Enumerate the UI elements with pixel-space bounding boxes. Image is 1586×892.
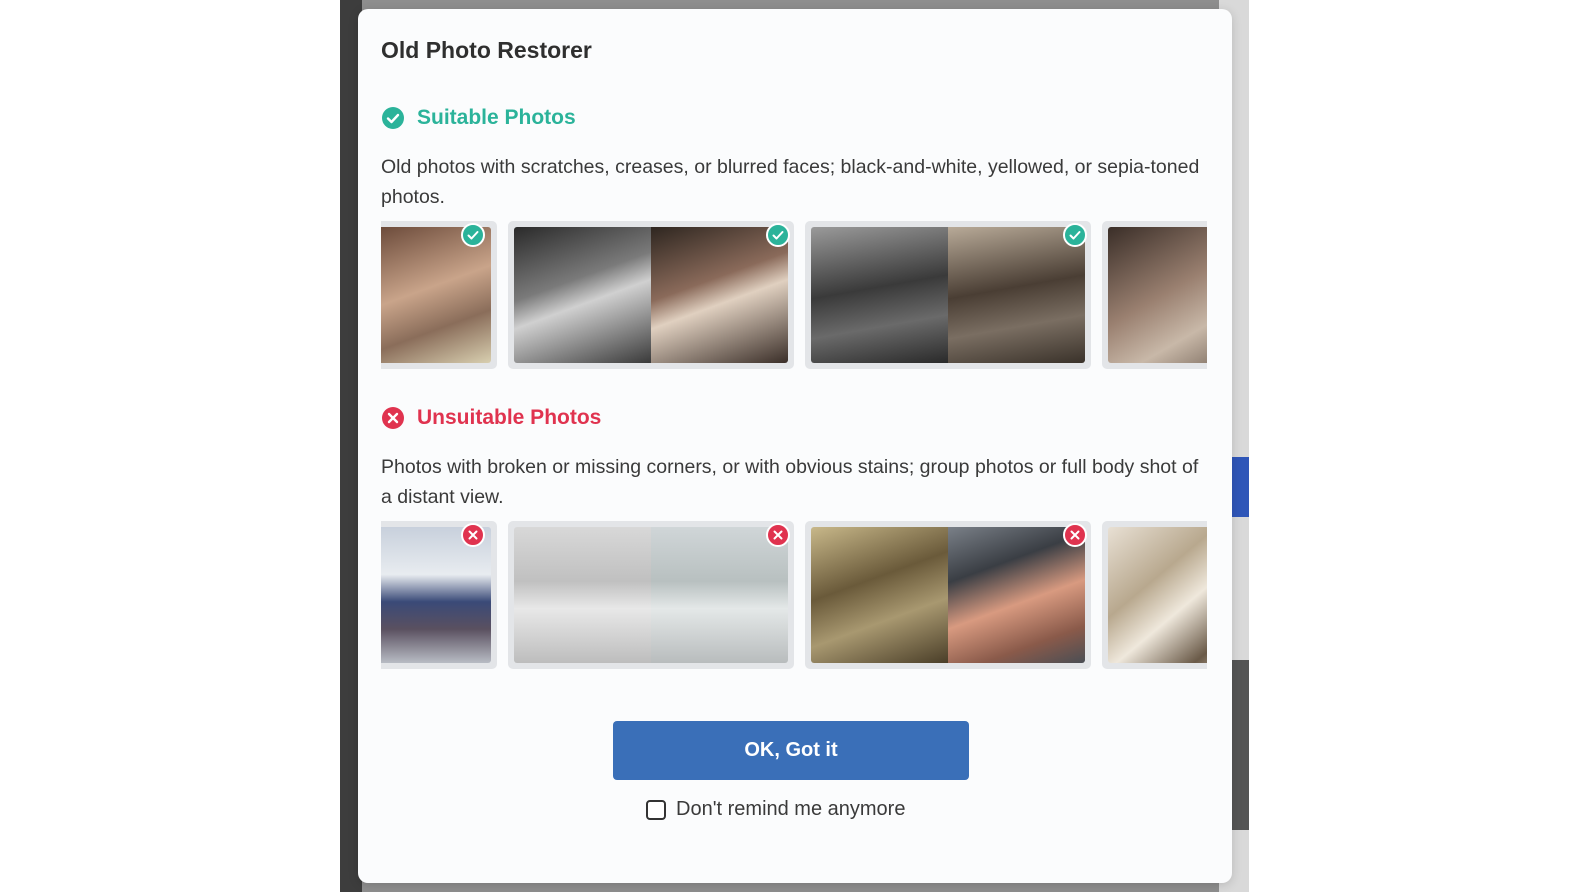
unsuitable-description: Photos with broken or missing corners, o… — [381, 456, 1199, 508]
check-circle-icon — [382, 107, 404, 129]
suitable-example-thumbnail — [508, 221, 794, 369]
unsuitable-example-thumbnail — [805, 521, 1091, 669]
dont-remind-option[interactable]: Don't remind me anymore — [646, 798, 905, 821]
example-photo — [381, 227, 491, 363]
x-circle-icon — [382, 407, 404, 429]
example-photo — [381, 527, 491, 663]
x-badge-icon — [1063, 523, 1087, 547]
unsuitable-examples-strip — [381, 521, 1207, 673]
x-badge-icon — [766, 523, 790, 547]
unsuitable-example-thumbnail — [1102, 521, 1207, 669]
dialog-title: Old Photo Restorer — [381, 37, 592, 63]
example-photo — [811, 527, 1085, 663]
unsuitable-heading-label: Unsuitable Photos — [417, 406, 602, 429]
unsuitable-heading: Unsuitable Photos — [381, 406, 601, 430]
suitable-example-thumbnail — [805, 221, 1091, 369]
x-badge-icon — [461, 523, 485, 547]
example-photo — [811, 227, 1085, 363]
suitable-example-thumbnail — [381, 221, 497, 369]
example-photo — [514, 527, 788, 663]
check-badge-icon — [766, 223, 790, 247]
example-photo — [1108, 527, 1207, 663]
check-badge-icon — [1063, 223, 1087, 247]
suitable-heading-label: Suitable Photos — [417, 106, 576, 129]
unsuitable-example-thumbnail — [508, 521, 794, 669]
dont-remind-checkbox[interactable] — [646, 799, 666, 820]
suitable-examples-strip — [381, 221, 1207, 373]
suitable-example-thumbnail — [1102, 221, 1207, 369]
ok-got-it-button[interactable]: OK, Got it — [613, 721, 969, 780]
suitable-heading: Suitable Photos — [381, 106, 576, 130]
dont-remind-label: Don't remind me anymore — [676, 798, 906, 820]
suitable-description: Old photos with scratches, creases, or b… — [381, 156, 1200, 208]
old-photo-restorer-dialog: Old Photo Restorer Suitable Photos Old p… — [358, 9, 1232, 883]
example-photo — [514, 227, 788, 363]
example-photo — [1108, 227, 1207, 363]
check-badge-icon — [461, 223, 485, 247]
unsuitable-example-thumbnail — [381, 521, 497, 669]
